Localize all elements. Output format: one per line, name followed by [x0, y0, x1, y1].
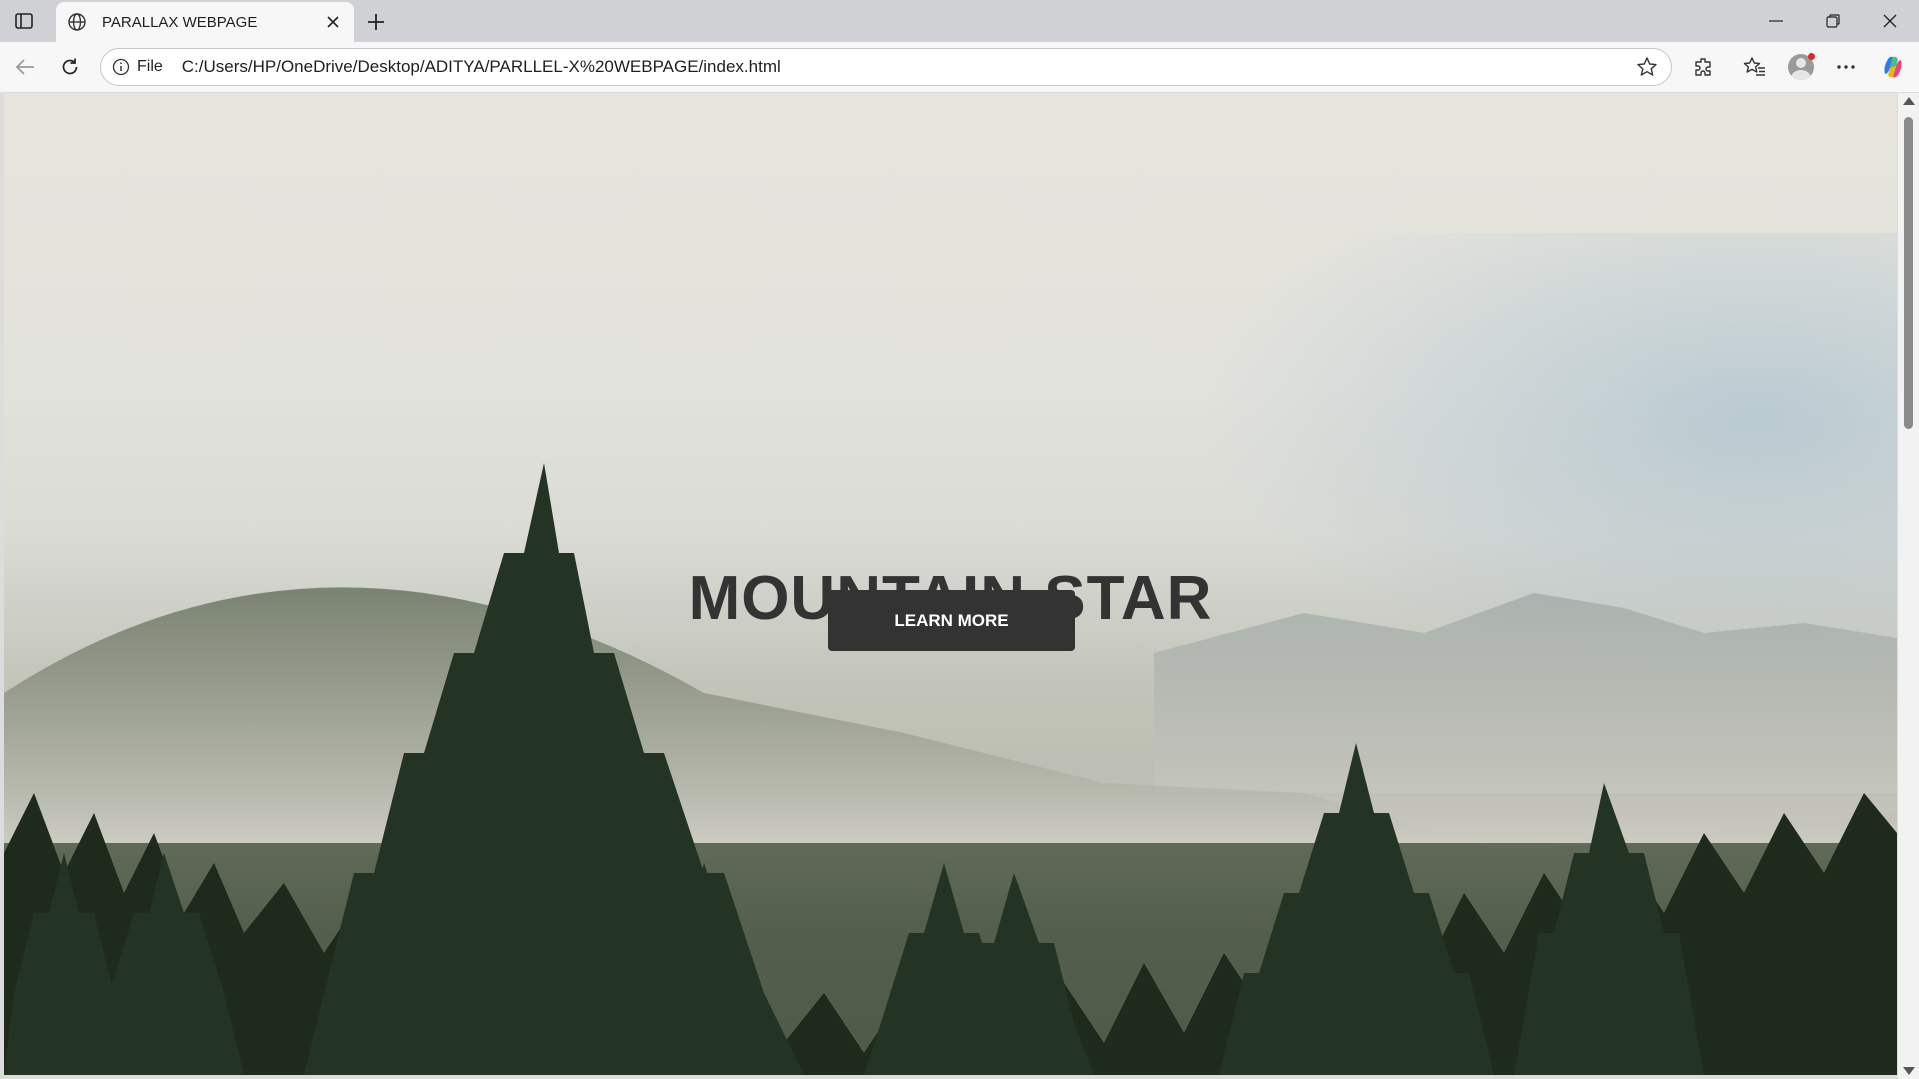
- plus-icon[interactable]: [362, 8, 390, 36]
- info-icon[interactable]: [111, 57, 131, 77]
- tab-strip: PARALLAX WEBPAGE: [0, 0, 1919, 42]
- favorites-icon[interactable]: [1739, 51, 1771, 83]
- back-arrow-icon[interactable]: [9, 51, 41, 83]
- scroll-up-arrow-icon[interactable]: [1903, 97, 1915, 105]
- window-bottom-edge: [0, 1075, 1898, 1079]
- address-bar[interactable]: File C:/Users/HP/OneDrive/Desktop/ADITYA…: [100, 48, 1672, 86]
- minimize-icon[interactable]: [1748, 4, 1804, 38]
- browser-window: PARALLAX WEBPAGE File C:/Users/HP/OneDri…: [0, 0, 1919, 1079]
- more-icon[interactable]: [1830, 51, 1862, 83]
- star-icon[interactable]: [1633, 53, 1661, 81]
- close-icon[interactable]: [320, 9, 346, 35]
- vertical-scrollbar[interactable]: [1898, 93, 1919, 1079]
- notification-dot: [1808, 53, 1815, 60]
- url-text[interactable]: C:/Users/HP/OneDrive/Desktop/ADITYA/PARL…: [182, 57, 1633, 77]
- extensions-icon[interactable]: [1688, 51, 1720, 83]
- copilot-icon[interactable]: [1877, 51, 1909, 83]
- scheme-label: File: [137, 58, 163, 75]
- scroll-thumb[interactable]: [1904, 117, 1913, 429]
- refresh-icon[interactable]: [54, 51, 86, 83]
- tab-title: PARALLAX WEBPAGE: [102, 13, 258, 31]
- learn-more-button[interactable]: LEARN MORE: [828, 590, 1075, 651]
- scroll-down-arrow-icon[interactable]: [1903, 1067, 1915, 1075]
- globe-icon: [66, 11, 88, 33]
- restore-icon[interactable]: [1805, 4, 1861, 38]
- window-close-icon[interactable]: [1862, 4, 1918, 38]
- page-viewport: MOUNTAIN STAR LEARN MORE: [4, 93, 1897, 1075]
- toolbar: File C:/Users/HP/OneDrive/Desktop/ADITYA…: [0, 42, 1919, 92]
- sidebar-toggle-icon[interactable]: [12, 9, 36, 33]
- profile-avatar[interactable]: [1785, 51, 1817, 83]
- tab-active[interactable]: PARALLAX WEBPAGE: [56, 2, 354, 42]
